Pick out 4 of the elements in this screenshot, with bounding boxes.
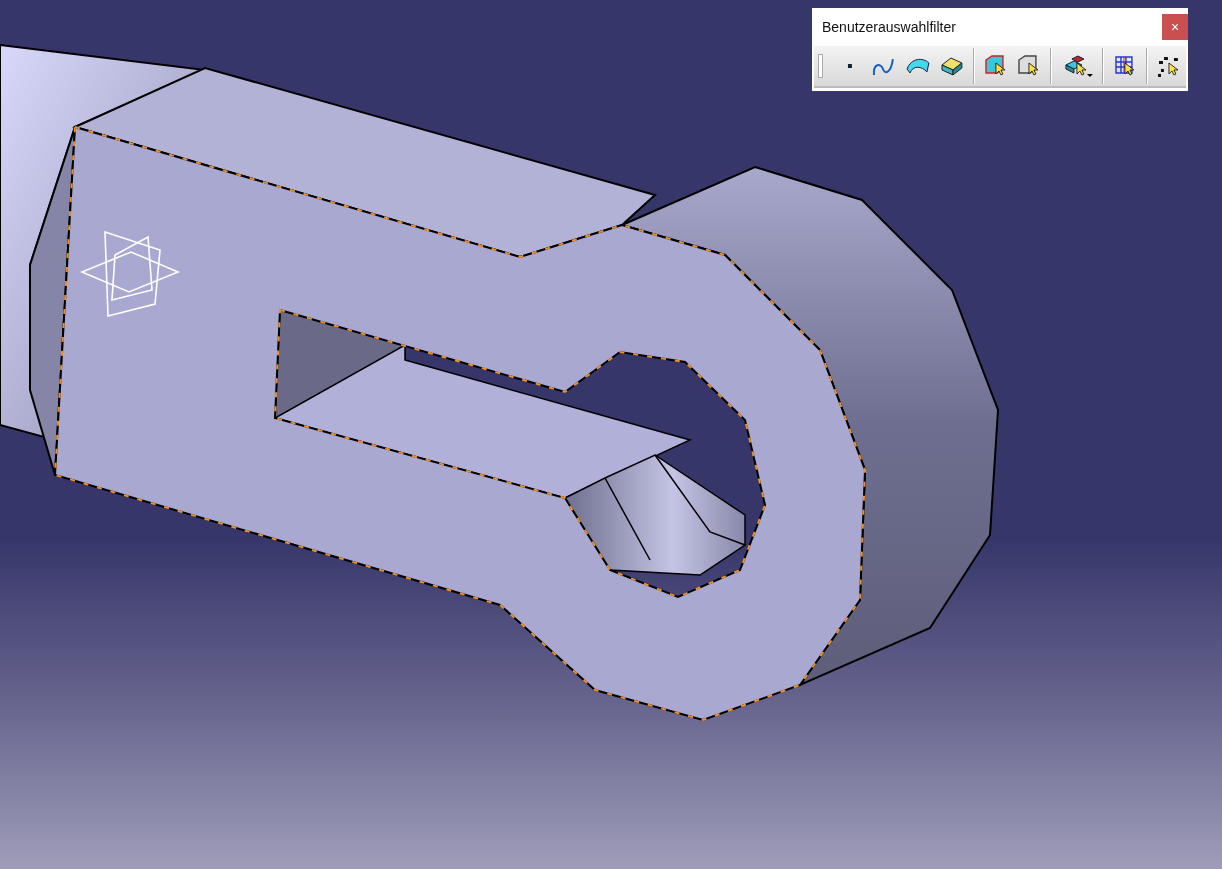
axis-system-icon [79,230,181,318]
toolbar-grip[interactable] [818,54,823,78]
close-button[interactable]: × [1162,14,1188,40]
toolbar-title: Benutzerauswahlfilter [822,19,956,35]
